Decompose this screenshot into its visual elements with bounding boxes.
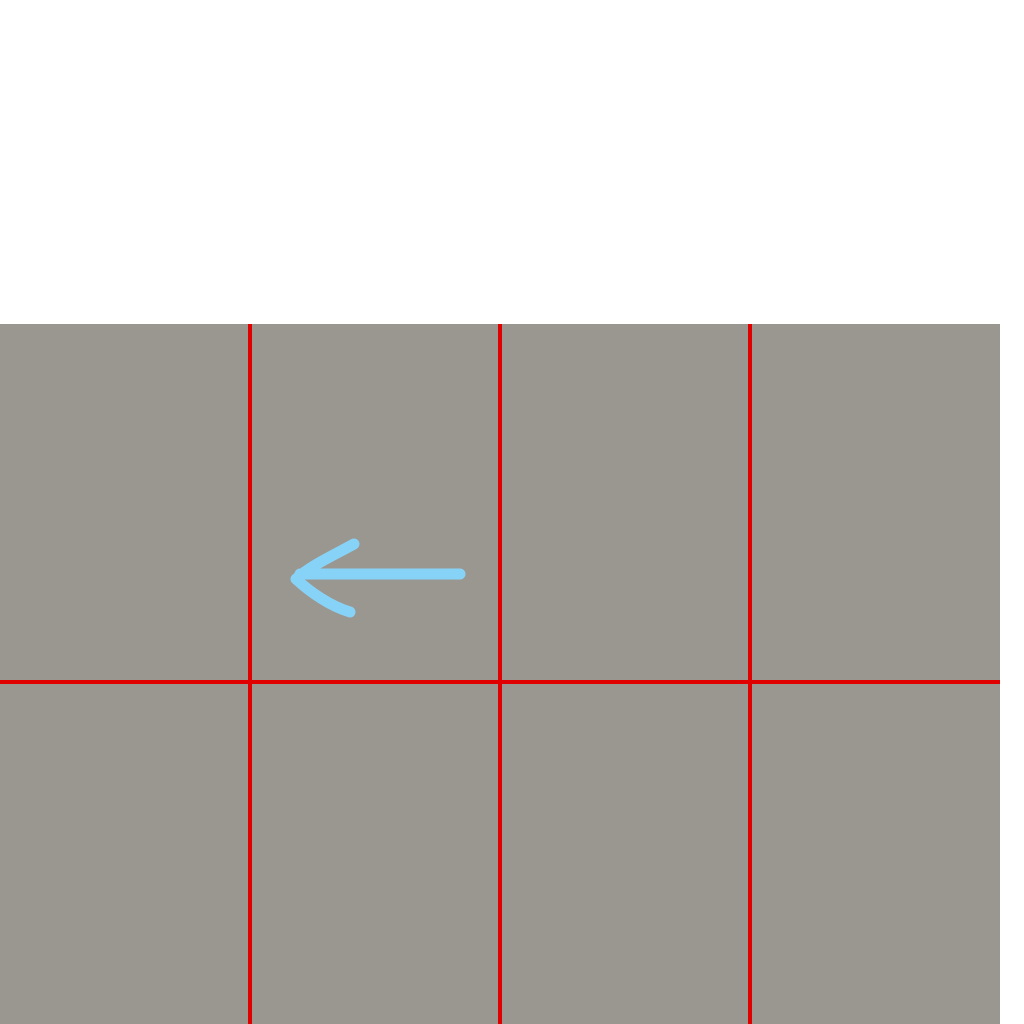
grid-line-vertical <box>498 324 502 1024</box>
blank-margin <box>1000 324 1024 1024</box>
grid-line-vertical <box>248 324 252 1024</box>
grid-line-vertical <box>748 324 752 1024</box>
tile-grid <box>0 324 1000 1024</box>
blank-area <box>0 0 1024 324</box>
canvas <box>0 0 1024 1024</box>
grid-line-horizontal <box>0 680 1000 684</box>
